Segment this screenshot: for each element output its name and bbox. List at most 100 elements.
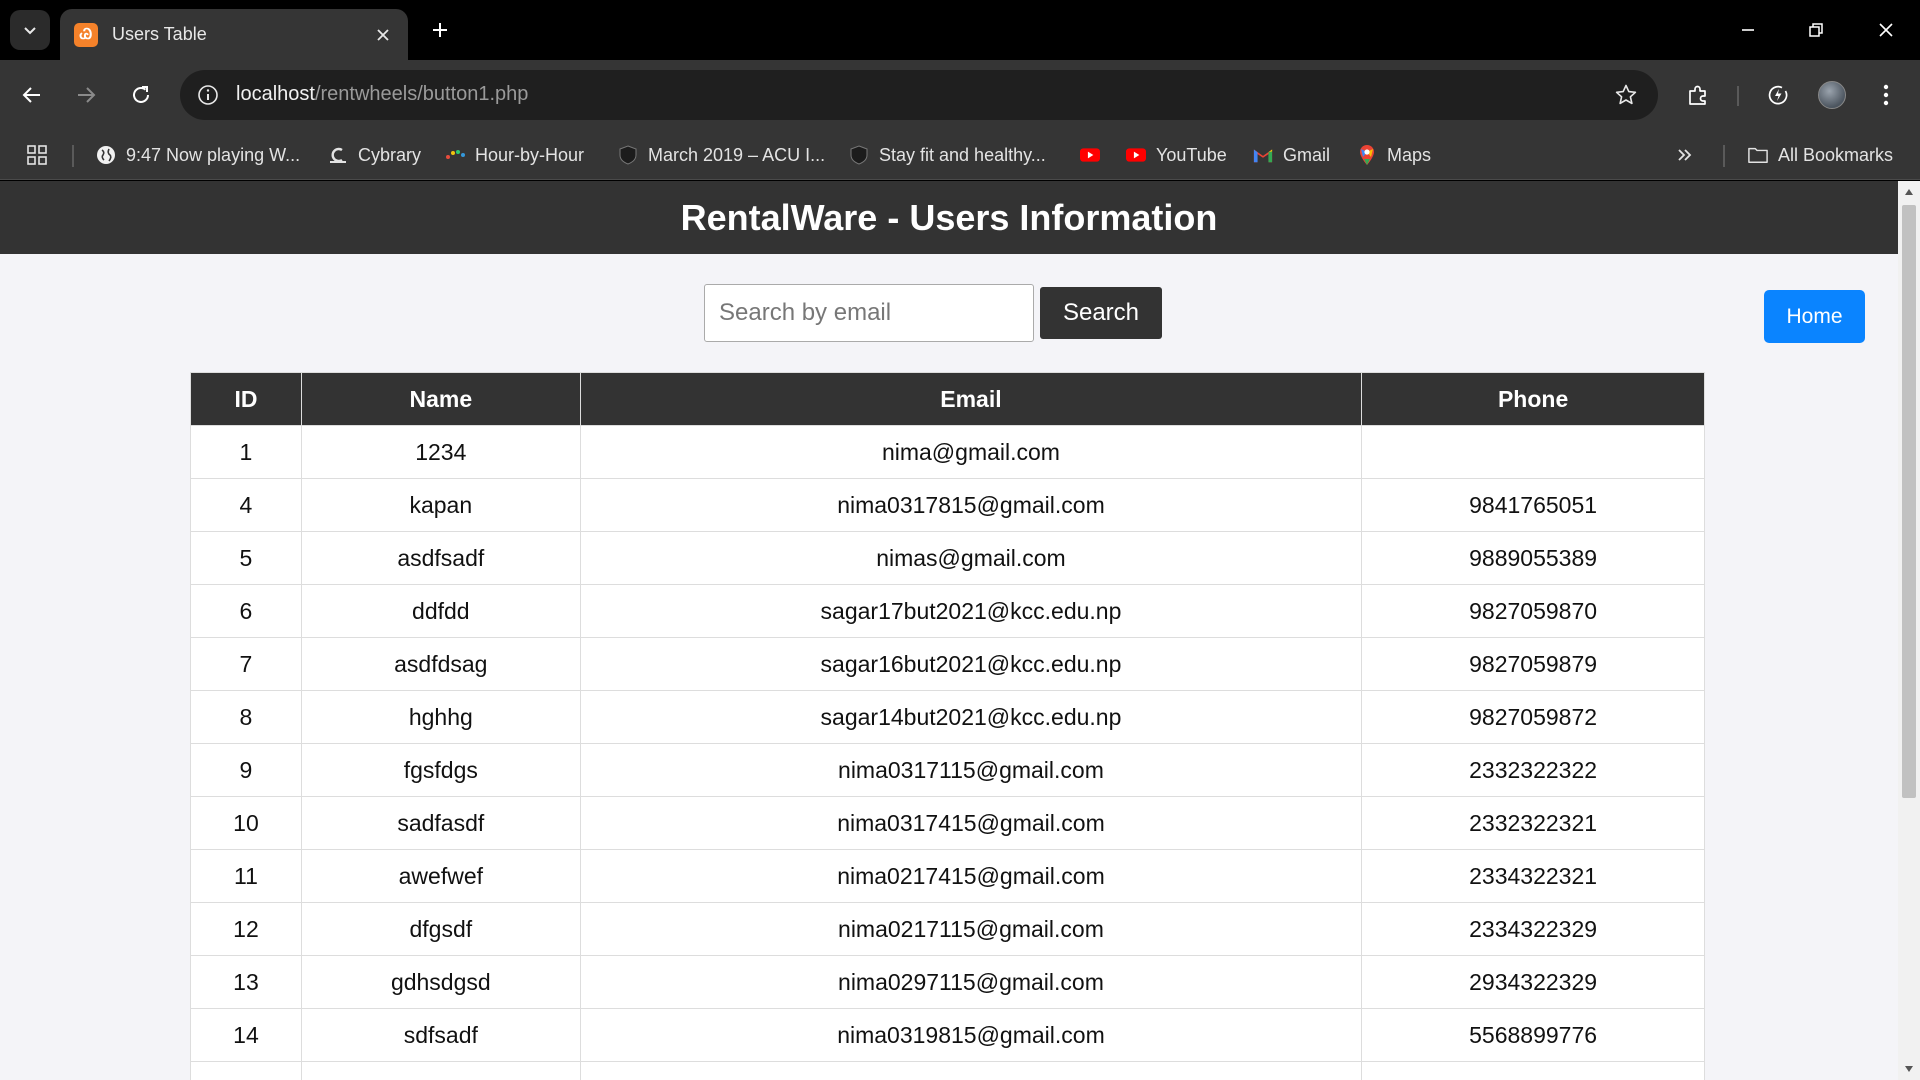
site-info-button[interactable] (194, 81, 222, 109)
cell-name: fgsfdgs (300, 743, 581, 797)
youtube-icon (1080, 145, 1100, 165)
close-window-button[interactable] (1866, 12, 1906, 48)
web-page: RentalWare - Users Information Search Ho… (0, 181, 1898, 1080)
forward-button[interactable] (68, 77, 104, 113)
table-row: 7 asdfdsag sagar16but2021@kcc.edu.np 982705… (190, 637, 1705, 691)
youtube-icon (1126, 145, 1146, 165)
chevron-down-icon (24, 27, 36, 35)
globe-icon (96, 145, 116, 165)
scroll-up-button[interactable] (1898, 181, 1920, 203)
hour-by-hour-icon (445, 145, 465, 165)
url-host: localhost (236, 83, 315, 105)
table-row: 11 awefwef nima0217415@gmail.com 2334322321 (190, 849, 1705, 903)
page-header: RentalWare - Users Information (0, 181, 1898, 254)
minimize-button[interactable] (1728, 12, 1768, 48)
scroll-thumb[interactable] (1902, 205, 1916, 798)
all-bookmarks-button[interactable]: All Bookmarks (1748, 140, 1893, 170)
cell-email (579, 1061, 1363, 1080)
cell-email: sagar16but2021@kcc.edu.np (579, 637, 1363, 691)
bookmark-now-playing[interactable]: 9:47 Now playing W... (96, 140, 300, 170)
url-path: /rentwheels/button1.php (314, 83, 529, 105)
reload-button[interactable] (123, 77, 159, 113)
apps-button[interactable] (26, 140, 48, 170)
cell-email: nima0217115@gmail.com (579, 902, 1363, 956)
table-row: 1 1234 nima@gmail.com (190, 425, 1705, 479)
restore-button[interactable] (1796, 12, 1836, 48)
cell-id: 12 (190, 902, 302, 956)
tab-close-button[interactable] (372, 24, 394, 46)
cell-id: 4 (190, 478, 302, 532)
triangle-down-icon (1905, 1066, 1913, 1072)
cell-name: dfgsdf (300, 902, 581, 956)
plus-icon (433, 23, 447, 37)
profile-button[interactable] (1814, 77, 1850, 113)
bookmark-hour-by-hour[interactable]: Hour-by-Hour (445, 140, 584, 170)
bookmark-youtube-icon-only[interactable] (1080, 140, 1110, 170)
cell-phone (1361, 425, 1705, 479)
bookmark-label: Stay fit and healthy... (879, 144, 1046, 165)
bookmark-cybrary[interactable]: Cybrary (328, 140, 421, 170)
folder-icon (1748, 145, 1768, 165)
cell-id: 1 (190, 425, 302, 479)
table-row: 12 dfgsdf nima0217115@gmail.com 2334322329 (190, 902, 1705, 956)
cell-email: nimas@gmail.com (579, 531, 1363, 585)
scroll-down-button[interactable] (1898, 1058, 1920, 1080)
reload-icon (133, 86, 149, 103)
bookmark-label: March 2019 – ACU I... (648, 144, 826, 165)
cell-name: ddfdd (300, 584, 581, 638)
search-button[interactable]: Search (1040, 287, 1162, 339)
column-header-phone: Phone (1361, 372, 1705, 426)
bookmark-label: Maps (1387, 144, 1432, 165)
table-row: 10 sadfasdf nima0317415@gmail.com 233232232… (190, 796, 1705, 850)
cell-phone: 9827059870 (1361, 584, 1705, 638)
more-bookmarks-button[interactable] (1676, 140, 1694, 170)
cell-name: kapan (300, 478, 581, 532)
search-form: Search (704, 284, 1162, 342)
table-row: 14 sdfsadf nima0319815@gmail.com 5568899776 (190, 1008, 1705, 1062)
search-input[interactable] (704, 284, 1034, 342)
cell-name: sdfsadf (300, 1008, 581, 1062)
users-table-body: 1 1234 nima@gmail.com 4 kapan nima0317815@gma… (190, 425, 1705, 1080)
extensions-button[interactable] (1680, 77, 1716, 113)
puzzle-icon (1689, 85, 1706, 105)
column-header-name: Name (300, 372, 581, 426)
table-row: 5 asdfsadf nimas@gmail.com 9889055389 (190, 531, 1705, 585)
minimize-icon (1742, 29, 1754, 31)
cell-id: 9 (190, 743, 302, 797)
cell-id: 14 (190, 1008, 302, 1062)
bookmark-gmail[interactable]: Gmail (1253, 140, 1330, 170)
cell-name: asdfsadf (300, 531, 581, 585)
more-vertical-icon (1883, 84, 1889, 106)
cell-phone (1361, 1061, 1705, 1080)
performance-button[interactable] (1760, 77, 1796, 113)
new-tab-button[interactable] (424, 14, 456, 46)
bookmarks-divider (1723, 145, 1725, 167)
table-row: 13 gdhsdgsd nima0297115@gmail.com 293432232… (190, 955, 1705, 1009)
cell-phone: 9827059879 (1361, 637, 1705, 691)
table-row: 6 ddfdd sagar17but2021@kcc.edu.np 982705987… (190, 584, 1705, 638)
bookmark-maps[interactable]: Maps (1357, 140, 1431, 170)
page-scrollbar[interactable] (1898, 181, 1920, 1080)
cybrary-icon (328, 145, 348, 165)
address-bar[interactable]: localhost/rentwheels/button1.php (180, 70, 1658, 120)
bookmark-label: Hour-by-Hour (475, 144, 585, 165)
bookmark-stay-fit[interactable]: Stay fit and healthy... (849, 140, 1046, 170)
cell-id: 5 (190, 531, 302, 585)
browser-toolbar: localhost/rentwheels/button1.php (0, 60, 1920, 130)
tab-search-button[interactable] (10, 10, 50, 50)
cell-email: sagar17but2021@kcc.edu.np (579, 584, 1363, 638)
table-row: 4 kapan nima0317815@gmail.com 9841765051 (190, 478, 1705, 532)
arrow-left-icon (22, 87, 40, 103)
close-icon (1879, 23, 1893, 37)
bookmark-youtube[interactable]: YouTube (1126, 140, 1227, 170)
cell-phone: 9889055389 (1361, 531, 1705, 585)
browser-tab-active[interactable]: Ꮚ Users Table (60, 9, 408, 60)
column-header-id: ID (190, 372, 302, 426)
browser-menu-button[interactable] (1868, 77, 1904, 113)
close-icon (377, 28, 389, 41)
home-button[interactable]: Home (1764, 290, 1865, 343)
bookmark-star-button[interactable] (1612, 81, 1640, 109)
table-row: 9 fgsfdgs nima0317115@gmail.com 2332322322 (190, 743, 1705, 797)
back-button[interactable] (14, 77, 50, 113)
bookmark-march-2019[interactable]: March 2019 – ACU I... (618, 140, 825, 170)
